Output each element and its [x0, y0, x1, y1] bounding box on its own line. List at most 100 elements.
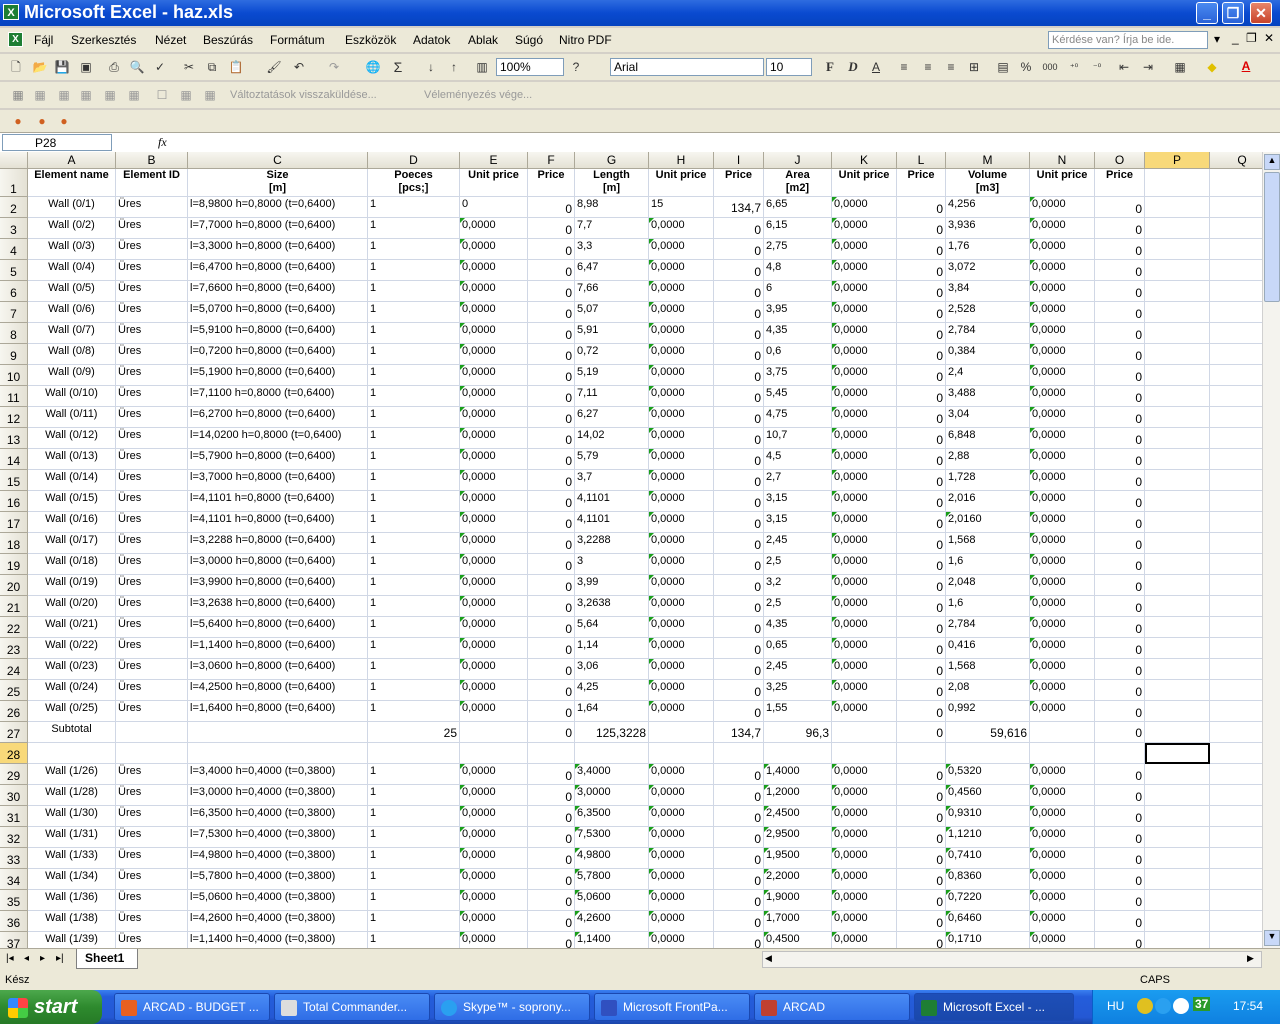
cell-h2[interactable]: 15: [649, 197, 714, 218]
subtotal-cell-a[interactable]: Subtotal: [28, 722, 116, 743]
cell-m16[interactable]: 2,016: [946, 491, 1030, 512]
cell-k25[interactable]: 0,0000: [832, 680, 897, 701]
cell-j30[interactable]: 1,2000: [764, 785, 832, 806]
cell-m24[interactable]: 1,568: [946, 659, 1030, 680]
cell-l7[interactable]: 0: [897, 302, 946, 323]
cell-p31[interactable]: [1145, 806, 1210, 827]
cell-f36[interactable]: 0: [528, 911, 575, 932]
cell-m31[interactable]: 0,9310: [946, 806, 1030, 827]
cell-p29[interactable]: [1145, 764, 1210, 785]
cell-a23[interactable]: Wall (0/22): [28, 638, 116, 659]
cell-b9[interactable]: Üres: [116, 344, 188, 365]
cell-p17[interactable]: [1145, 512, 1210, 533]
cell-k15[interactable]: 0,0000: [832, 470, 897, 491]
cell-p25[interactable]: [1145, 680, 1210, 701]
cell-c35[interactable]: l=5,0600 h=0,4000 (t=0,3800): [188, 890, 368, 911]
cell-j11[interactable]: 5,45: [764, 386, 832, 407]
new-icon[interactable]: 🗋: [8, 59, 24, 75]
cell-h12[interactable]: 0,0000: [649, 407, 714, 428]
cell-m30[interactable]: 0,4560: [946, 785, 1030, 806]
cell-g22[interactable]: 5,64: [575, 617, 649, 638]
cell-b16[interactable]: Üres: [116, 491, 188, 512]
cell-j10[interactable]: 3,75: [764, 365, 832, 386]
cell-g36[interactable]: 4,2600: [575, 911, 649, 932]
cell-g4[interactable]: 3,3: [575, 239, 649, 260]
cell-i36[interactable]: 0: [714, 911, 764, 932]
cell-j21[interactable]: 2,5: [764, 596, 832, 617]
cell-c8[interactable]: l=5,9100 h=0,8000 (t=0,6400): [188, 323, 368, 344]
header-cell-e[interactable]: Unit price: [460, 169, 528, 197]
cell-i10[interactable]: 0: [714, 365, 764, 386]
cell-g26[interactable]: 1,64: [575, 701, 649, 722]
borders-icon[interactable]: ▦: [1172, 59, 1188, 75]
cell-i7[interactable]: 0: [714, 302, 764, 323]
cell-b35[interactable]: Üres: [116, 890, 188, 911]
cell-g23[interactable]: 1,14: [575, 638, 649, 659]
cell-i22[interactable]: 0: [714, 617, 764, 638]
cell-o32[interactable]: 0: [1095, 827, 1145, 848]
subtotal-cell-f[interactable]: 0: [528, 722, 575, 743]
cell-p37[interactable]: [1145, 932, 1210, 948]
subtotal-cell-h[interactable]: [649, 722, 714, 743]
cell-b13[interactable]: Üres: [116, 428, 188, 449]
cell-d23[interactable]: 1: [368, 638, 460, 659]
cell-g12[interactable]: 6,27: [575, 407, 649, 428]
cell-n4[interactable]: 0,0000: [1030, 239, 1095, 260]
cell-l18[interactable]: 0: [897, 533, 946, 554]
cell-b3[interactable]: Üres: [116, 218, 188, 239]
cell-l28[interactable]: [897, 743, 946, 764]
cell-h24[interactable]: 0,0000: [649, 659, 714, 680]
cell-b34[interactable]: Üres: [116, 869, 188, 890]
cell-d32[interactable]: 1: [368, 827, 460, 848]
cell-a3[interactable]: Wall (0/2): [28, 218, 116, 239]
subtotal-cell-m[interactable]: 59,616: [946, 722, 1030, 743]
cell-q6[interactable]: [1210, 281, 1262, 302]
cell-q7[interactable]: [1210, 302, 1262, 323]
cell-e30[interactable]: 0,0000: [460, 785, 528, 806]
cell-b4[interactable]: Üres: [116, 239, 188, 260]
cell-b23[interactable]: Üres: [116, 638, 188, 659]
cell-d16[interactable]: 1: [368, 491, 460, 512]
cell-p20[interactable]: [1145, 575, 1210, 596]
cell-c30[interactable]: l=3,0000 h=0,4000 (t=0,3800): [188, 785, 368, 806]
cell-m22[interactable]: 2,784: [946, 617, 1030, 638]
cell-m4[interactable]: 1,76: [946, 239, 1030, 260]
cell-c13[interactable]: l=14,0200 h=0,8000 (t=0,6400): [188, 428, 368, 449]
column-header-e[interactable]: E: [460, 152, 528, 169]
maximize-button[interactable]: ❐: [1222, 2, 1244, 24]
cell-o5[interactable]: 0: [1095, 260, 1145, 281]
cell-a12[interactable]: Wall (0/11): [28, 407, 116, 428]
review-icon-5[interactable]: ▦: [102, 87, 118, 103]
cell-n11[interactable]: 0,0000: [1030, 386, 1095, 407]
cell-g15[interactable]: 3,7: [575, 470, 649, 491]
cell-a11[interactable]: Wall (0/10): [28, 386, 116, 407]
cell-c19[interactable]: l=3,0000 h=0,8000 (t=0,6400): [188, 554, 368, 575]
cell-f5[interactable]: 0: [528, 260, 575, 281]
cell-n13[interactable]: 0,0000: [1030, 428, 1095, 449]
cell-c21[interactable]: l=3,2638 h=0,8000 (t=0,6400): [188, 596, 368, 617]
cell-e14[interactable]: 0,0000: [460, 449, 528, 470]
cell-c5[interactable]: l=6,4700 h=0,8000 (t=0,6400): [188, 260, 368, 281]
cell-l16[interactable]: 0: [897, 491, 946, 512]
review-icon-4[interactable]: ▦: [78, 87, 94, 103]
cell-g30[interactable]: 3,0000: [575, 785, 649, 806]
cell-j12[interactable]: 4,75: [764, 407, 832, 428]
column-header-p[interactable]: P: [1145, 152, 1210, 169]
subtotal-cell-g[interactable]: 125,3228: [575, 722, 649, 743]
cell-c34[interactable]: l=5,7800 h=0,4000 (t=0,3800): [188, 869, 368, 890]
tray-skype-icon[interactable]: [1155, 998, 1171, 1014]
cell-j9[interactable]: 0,6: [764, 344, 832, 365]
cell-h22[interactable]: 0,0000: [649, 617, 714, 638]
cell-j37[interactable]: 0,4500: [764, 932, 832, 948]
header-cell-n[interactable]: Unit price: [1030, 169, 1095, 197]
row-header-19[interactable]: 19: [0, 554, 28, 575]
cell-a20[interactable]: Wall (0/19): [28, 575, 116, 596]
cell-k9[interactable]: 0,0000: [832, 344, 897, 365]
cell-j32[interactable]: 2,9500: [764, 827, 832, 848]
cell-q3[interactable]: [1210, 218, 1262, 239]
cell-g16[interactable]: 4,1101: [575, 491, 649, 512]
cell-e17[interactable]: 0,0000: [460, 512, 528, 533]
autosum-icon[interactable]: Σ: [390, 59, 406, 75]
cell-j5[interactable]: 4,8: [764, 260, 832, 281]
cell-n25[interactable]: 0,0000: [1030, 680, 1095, 701]
